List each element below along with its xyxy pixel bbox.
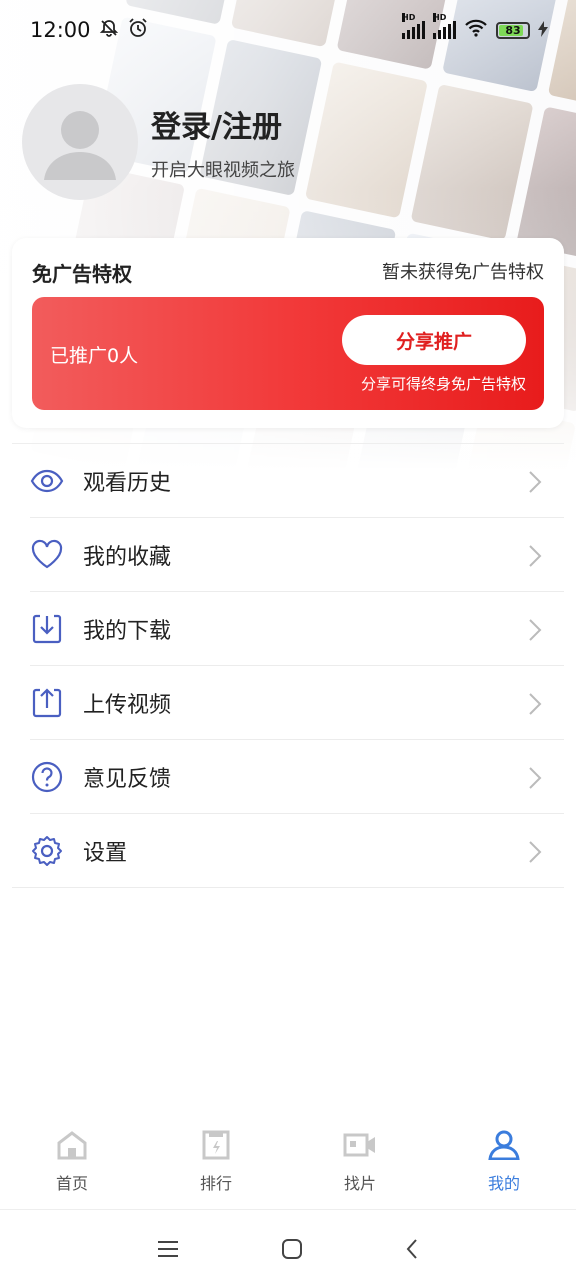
share-note: 分享可得终身免广告特权 — [360, 375, 526, 393]
chevron-right-icon — [528, 470, 542, 498]
upload-icon — [30, 686, 64, 720]
heart-icon — [30, 538, 64, 572]
nav-label: 找片 — [343, 1174, 376, 1193]
menu-label: 我的收藏 — [83, 544, 172, 570]
nav-label: 我的 — [487, 1174, 520, 1193]
notifications-muted-icon — [99, 18, 119, 43]
gear-icon — [30, 834, 64, 868]
ad-free-title: 免广告特权 — [32, 262, 132, 286]
chevron-right-icon — [528, 766, 542, 794]
bottom-nav: 首页 排行 找片 我的 — [0, 1130, 576, 1210]
status-bar: 12:00 HD HD 83 — [0, 0, 576, 60]
menu-icon[interactable] — [156, 1239, 180, 1263]
menu-item-feedback[interactable]: 意见反馈 — [30, 740, 564, 814]
video-camera-icon — [343, 1130, 377, 1164]
menu-label: 设置 — [83, 840, 128, 866]
home-square-icon[interactable] — [280, 1237, 304, 1265]
question-icon — [30, 760, 64, 794]
chevron-right-icon — [528, 618, 542, 646]
ad-free-card: 免广告特权 暂未获得免广告特权 已推广0人 分享推广 分享可得终身免广告特权 — [12, 238, 564, 428]
nav-find-video[interactable]: 找片 — [288, 1130, 432, 1209]
nav-label: 首页 — [55, 1174, 88, 1193]
back-icon[interactable] — [404, 1237, 420, 1265]
clock: 12:00 — [30, 18, 91, 42]
home-icon — [56, 1130, 88, 1164]
ad-free-status: 暂未获得免广告特权 — [382, 262, 544, 283]
menu-list: 观看历史 我的收藏 我的下载 上传视频 意见反馈 设置 — [12, 443, 564, 888]
menu-item-downloads[interactable]: 我的下载 — [30, 592, 564, 666]
eye-icon — [30, 464, 64, 498]
user-icon — [487, 1130, 521, 1164]
avatar[interactable] — [22, 84, 138, 200]
chevron-right-icon — [528, 544, 542, 572]
download-icon — [30, 612, 64, 646]
menu-label: 我的下载 — [83, 618, 172, 644]
nav-label: 排行 — [199, 1174, 232, 1193]
signal-2-icon: HD — [433, 13, 456, 39]
default-avatar-icon — [44, 111, 116, 180]
menu-item-watch-history[interactable]: 观看历史 — [30, 444, 564, 518]
promotion-banner: 已推广0人 分享推广 分享可得终身免广告特权 — [32, 297, 544, 410]
share-promote-button[interactable]: 分享推广 — [342, 315, 526, 365]
menu-item-upload-video[interactable]: 上传视频 — [30, 666, 564, 740]
menu-label: 意见反馈 — [83, 766, 172, 792]
wifi-icon — [464, 18, 488, 43]
chevron-right-icon — [528, 840, 542, 868]
nav-home[interactable]: 首页 — [0, 1130, 144, 1209]
menu-item-settings[interactable]: 设置 — [12, 814, 564, 888]
login-register-link[interactable]: 登录/注册 — [151, 102, 282, 146]
menu-item-favorites[interactable]: 我的收藏 — [30, 518, 564, 592]
battery-icon: 83 — [496, 21, 530, 39]
signal-1-icon: HD — [402, 13, 425, 39]
alarm-icon — [127, 17, 149, 44]
ranking-icon — [201, 1130, 231, 1164]
login-subtitle: 开启大眼视频之旅 — [151, 160, 295, 181]
promoted-count: 已推广0人 — [50, 345, 139, 367]
menu-label: 上传视频 — [83, 692, 172, 718]
nav-mine[interactable]: 我的 — [432, 1130, 576, 1209]
nav-ranking[interactable]: 排行 — [144, 1130, 288, 1209]
system-nav-bar — [0, 1222, 576, 1280]
chevron-right-icon — [528, 692, 542, 720]
charging-icon — [538, 18, 548, 42]
menu-label: 观看历史 — [83, 470, 172, 496]
